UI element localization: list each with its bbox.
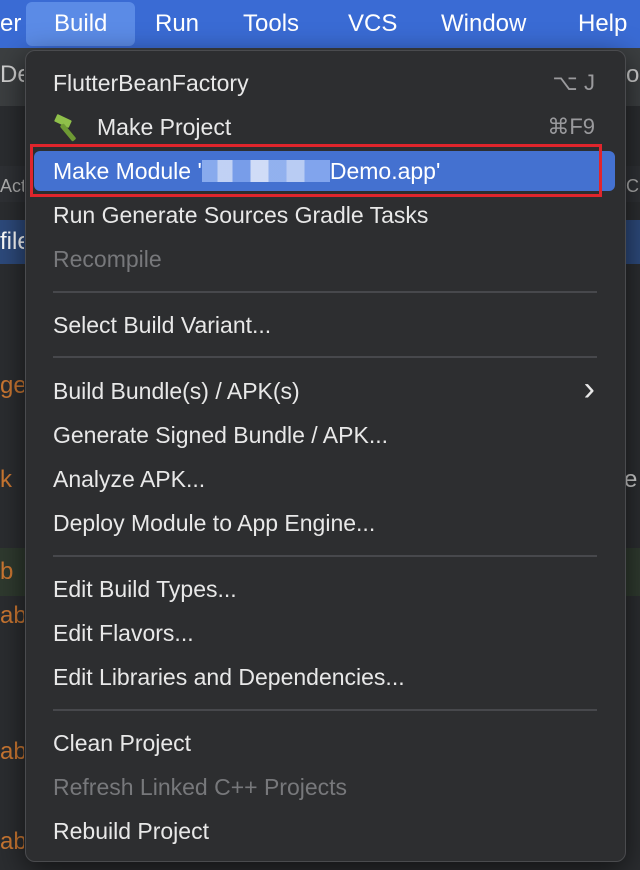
bg-fragment: ab <box>0 828 24 855</box>
menu-item-label: Recompile <box>53 246 162 272</box>
menu-item-label: FlutterBeanFactory <box>53 70 249 96</box>
menu-item-shortcut: ⌘F9 <box>547 114 595 139</box>
menu-item-label: Edit Flavors... <box>53 620 194 646</box>
bg-fragment: e <box>624 466 638 493</box>
menu-item-edit-build-types[interactable]: Edit Build Types... <box>34 569 615 609</box>
bg-fragment: k <box>0 466 12 493</box>
menu-item-edit-flavors[interactable]: Edit Flavors... <box>34 613 615 653</box>
menu-item-label: Select Build Variant... <box>53 312 272 338</box>
bg-fragment: b <box>0 558 14 585</box>
menu-bar: er Build Run Tools VCS Window Help <box>0 0 640 48</box>
hammer-icon <box>54 114 76 142</box>
menu-separator <box>53 356 597 358</box>
menu-item-label: Deploy Module to App Engine... <box>53 510 376 536</box>
menu-item-label: Clean Project <box>53 730 192 756</box>
menu-item-label: Make Project <box>97 114 232 140</box>
bg-fragment: De <box>0 61 24 88</box>
menu-item-label: Build Bundle(s) / APK(s) <box>53 378 300 404</box>
menu-item-edit-libraries[interactable]: Edit Libraries and Dependencies... <box>34 657 615 697</box>
menu-item-label: Generate Signed Bundle / APK... <box>53 422 389 448</box>
menu-item-label: Run Generate Sources Gradle Tasks <box>53 202 429 228</box>
bg-fragment: ab <box>0 738 24 765</box>
menu-item-label: Edit Build Types... <box>53 576 237 602</box>
menu-item-analyze-apk[interactable]: Analyze APK... <box>34 459 615 499</box>
menubar-item-window[interactable]: Window <box>441 0 526 48</box>
menu-item-shortcut: ⌥ J <box>552 70 595 95</box>
menu-separator <box>53 555 597 557</box>
menu-item-generate-signed-bundle[interactable]: Generate Signed Bundle / APK... <box>34 415 615 455</box>
menu-separator <box>53 291 597 293</box>
bg-fragment: ol <box>626 61 640 88</box>
menubar-item-vcs[interactable]: VCS <box>348 0 397 48</box>
annotation-highlight-box <box>30 144 602 197</box>
menu-item-label: Edit Libraries and Dependencies... <box>53 664 405 690</box>
menu-item-label: Refresh Linked C++ Projects <box>53 774 348 800</box>
menu-item-make-project[interactable]: Make Project ⌘F9 <box>34 107 615 147</box>
menubar-item-run[interactable]: Run <box>155 0 199 48</box>
menu-item-deploy-module[interactable]: Deploy Module to App Engine... <box>34 503 615 543</box>
menu-item-label: Analyze APK... <box>53 466 206 492</box>
menu-item-run-generate-sources[interactable]: Run Generate Sources Gradle Tasks <box>34 195 615 235</box>
menu-item-refresh-linked-cpp: Refresh Linked C++ Projects <box>34 767 615 807</box>
menu-item-rebuild-project[interactable]: Rebuild Project <box>34 811 615 851</box>
bg-fragment: ge <box>0 372 24 399</box>
menu-item-flutter-bean-factory[interactable]: FlutterBeanFactory ⌥ J <box>34 63 615 103</box>
bg-fragment: Act <box>0 176 24 196</box>
menubar-item-tools[interactable]: Tools <box>243 0 299 48</box>
menu-item-recompile: Recompile <box>34 239 615 279</box>
bg-fragment: file <box>0 228 24 255</box>
menu-separator <box>53 709 597 711</box>
menubar-item-partial[interactable]: er <box>0 0 21 48</box>
menu-item-select-build-variant[interactable]: Select Build Variant... <box>34 305 615 345</box>
menubar-item-build[interactable]: Build <box>26 2 136 46</box>
menubar-item-help[interactable]: Help <box>578 0 627 48</box>
menu-item-label: Rebuild Project <box>53 818 209 844</box>
menu-item-build-bundle-apk[interactable]: Build Bundle(s) / APK(s) › <box>34 370 615 411</box>
chevron-right-icon: › <box>583 370 595 408</box>
menu-item-clean-project[interactable]: Clean Project <box>34 723 615 763</box>
bg-fragment: ab <box>0 602 24 629</box>
